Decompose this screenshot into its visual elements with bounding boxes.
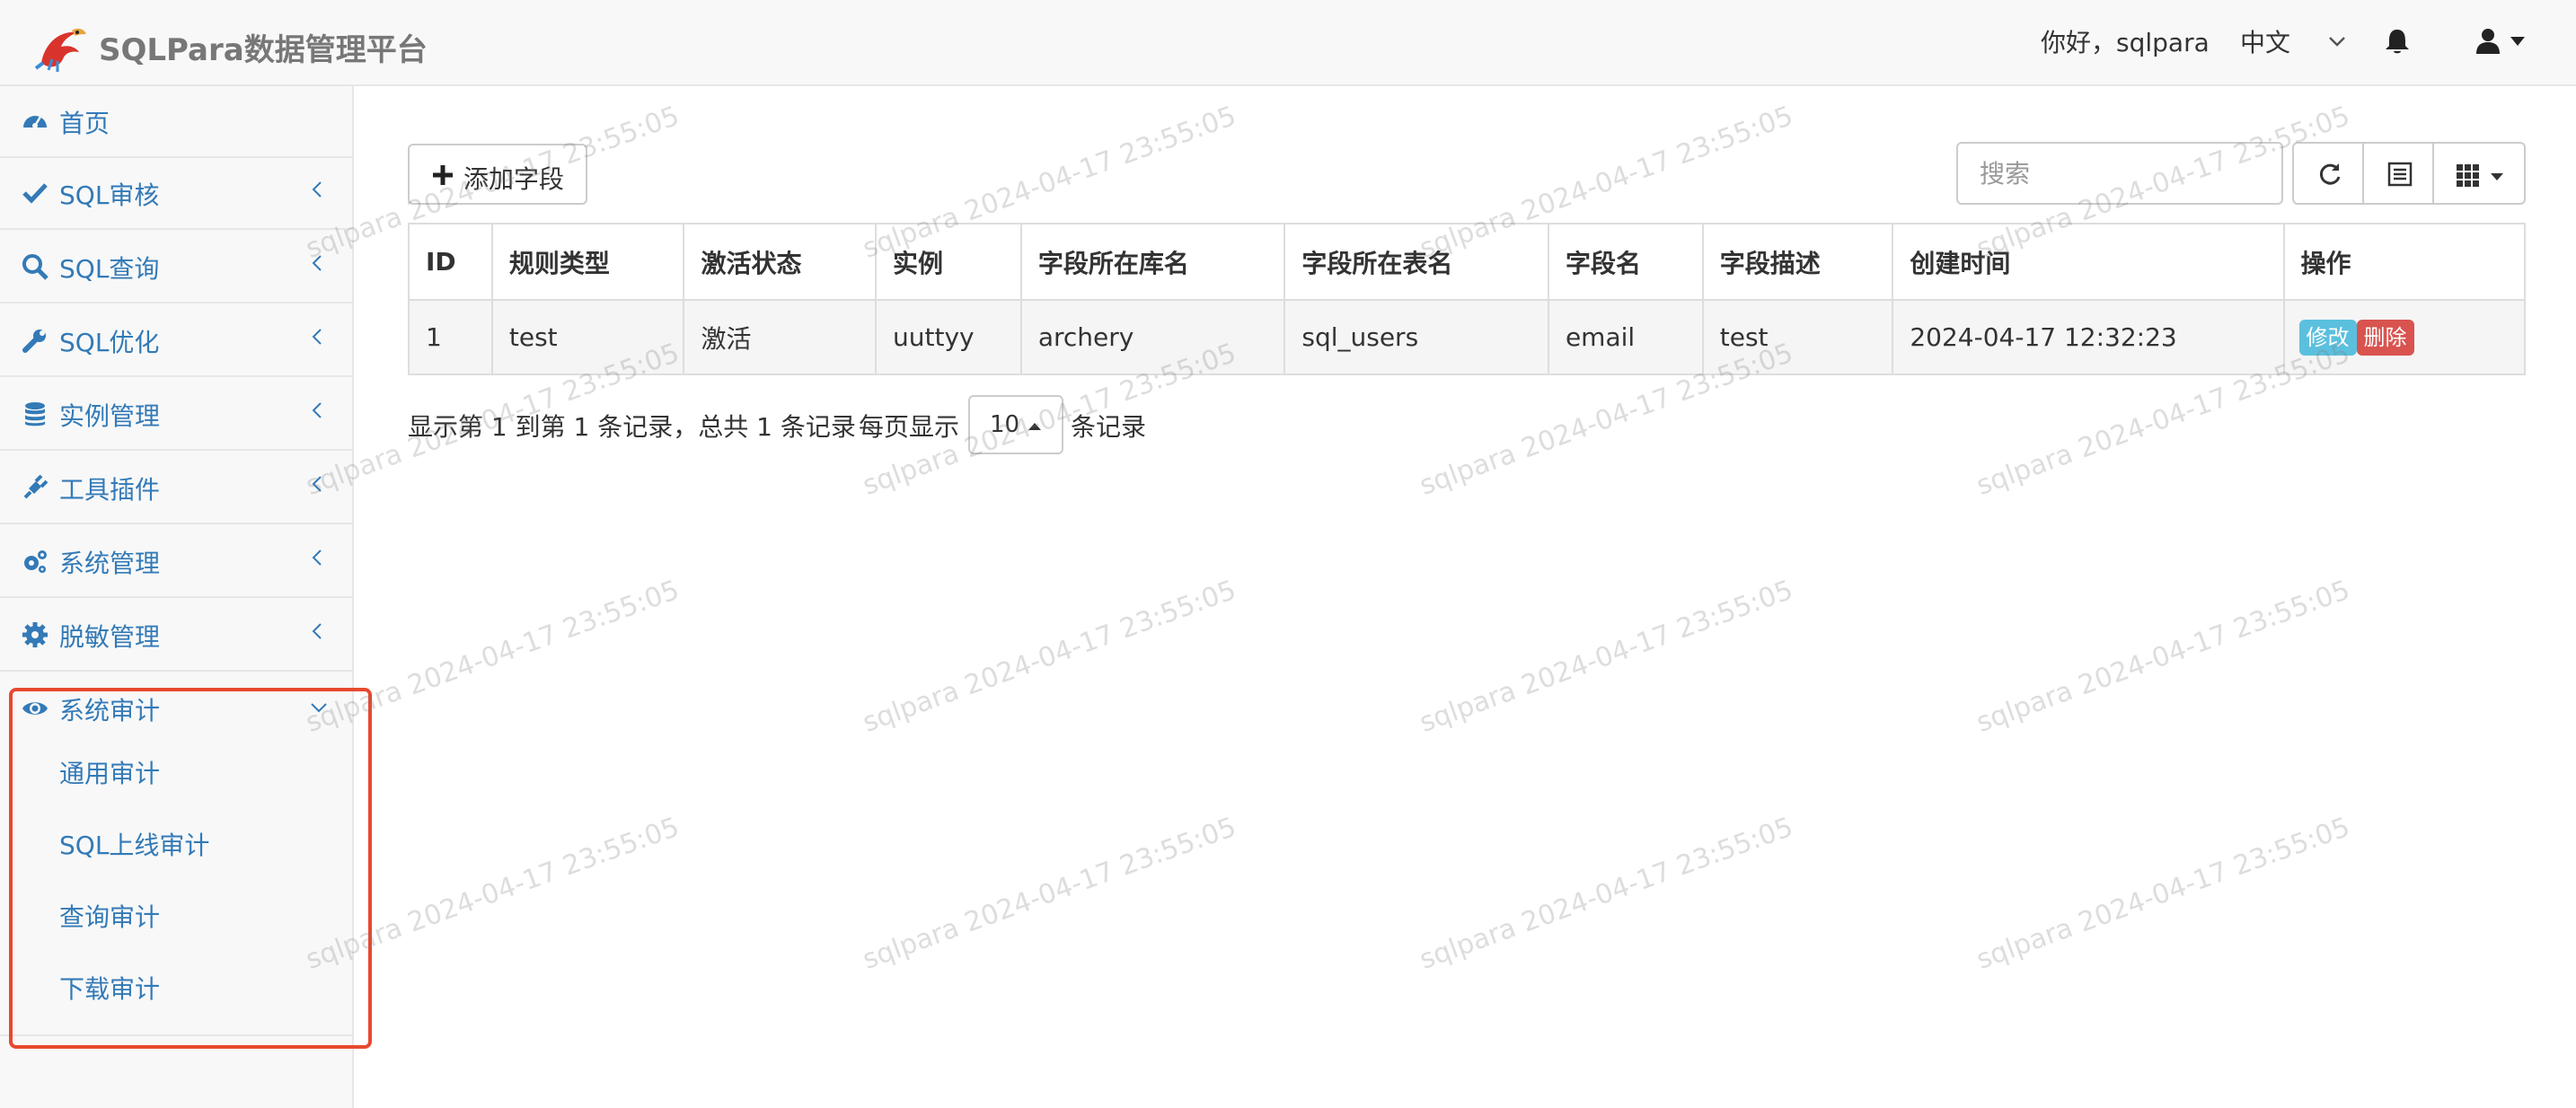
column-header[interactable]: 字段名 [1547,224,1703,301]
cell-table: sql_users [1284,300,1548,374]
wrench-icon [22,330,46,353]
cogs-icon [24,550,47,573]
column-header[interactable]: 创建时间 [1892,224,2284,301]
search-input[interactable] [1956,142,2283,205]
refresh-icon [2319,163,2341,185]
chevron-left-icon [312,329,322,345]
sidebar-item-system-manage[interactable]: 系统管理 [0,526,352,598]
sidebar-item-desensitize-manage[interactable]: 脱敏管理 [0,600,352,672]
watermark-text: sqlpara 2024-04-17 23:55:05 [1416,574,1797,739]
search-icon [22,254,49,280]
edit-button[interactable]: 修改 [2298,319,2357,356]
column-header[interactable]: 字段描述 [1701,224,1893,301]
column-header[interactable]: 规则类型 [490,224,684,301]
cell-instance: uuttyy [875,300,1021,374]
cell-desc: test [1701,300,1893,374]
page-size-value: 10 [990,411,1020,438]
chevron-left-icon [312,550,322,566]
top-navbar: SQLPara数据管理平台 你好，sqlpara 中文 [0,0,2576,86]
page-size-dropdown[interactable]: 10 [968,395,1063,454]
caret-down-icon[interactable] [2510,36,2526,47]
sidebar-item-sql-review[interactable]: SQL审核 [0,158,352,230]
cell-status: 激活 [683,300,876,374]
brand-title[interactable]: SQLPara数据管理平台 [99,25,428,69]
sidebar-item-label: 系统管理 [59,549,161,578]
bell-icon[interactable] [2384,27,2411,56]
chevron-left-icon [312,623,322,639]
highlight-box [9,688,372,1049]
parrot-logo-icon[interactable] [32,23,90,74]
sidebar-item-instance-manage[interactable]: 实例管理 [0,379,352,451]
language-selector[interactable]: 中文 [2240,23,2290,59]
chevron-left-icon [312,476,322,492]
watermark-text: sqlpara 2024-04-17 23:55:05 [1972,574,2354,739]
add-field-label: 添加字段 [463,164,565,194]
chevron-left-icon [312,181,322,198]
sidebar-item-label: 脱敏管理 [59,622,161,652]
chevron-down-icon[interactable] [2326,31,2348,52]
sidebar-item-label: 工具插件 [59,475,161,505]
sidebar-item-home[interactable]: 首页 [0,86,352,158]
list-icon [2387,162,2413,187]
user-greeting: 你好，sqlpara [2041,28,2210,57]
cell-db: archery [1019,300,1285,374]
sidebar-item-label: SQL查询 [59,254,160,284]
toggle-view-button[interactable] [2362,142,2434,205]
sidebar-item-label: 首页 [59,109,110,138]
table-row: 1 test 激活 uuttyy archery sql_users email… [410,300,2524,374]
refresh-button[interactable] [2292,142,2364,205]
caret-down-icon [2491,173,2503,180]
plus-icon [433,165,453,185]
watermark-text: sqlpara 2024-04-17 23:55:05 [859,574,1240,739]
cell-field: email [1547,300,1703,374]
sidebar-item-sql-optimize[interactable]: SQL优化 [0,305,352,377]
sidebar-item-label: SQL审核 [59,180,160,210]
data-table: ID 规则类型 激活状态 实例 字段所在库名 字段所在表名 字段名 字段描述 创… [408,223,2526,375]
cog-icon [22,622,48,647]
caret-up-icon [1028,423,1041,430]
add-field-button[interactable]: 添加字段 [408,144,587,205]
column-header: 操作 [2282,224,2524,301]
pagination-summary: 显示第 1 到第 1 条记录，总共 1 条记录 [408,412,856,442]
per-page-label: 每页显示 [859,412,960,442]
columns-button[interactable] [2432,142,2526,205]
user-icon[interactable] [2475,27,2501,54]
sidebar-item-label: SQL优化 [59,328,160,357]
cell-actions: 修改 删除 [2282,300,2524,374]
dashboard-icon [23,116,47,128]
cell-created: 2024-04-17 12:32:23 [1892,300,2284,374]
database-icon [25,402,45,426]
cell-rule-type: test [490,300,684,374]
column-header[interactable]: 字段所在表名 [1284,224,1548,301]
sidebar-item-label: 实例管理 [59,401,161,431]
per-page-suffix: 条记录 [1071,412,1147,442]
column-header[interactable]: ID [410,224,492,301]
plug-icon [23,474,49,499]
column-header[interactable]: 字段所在库名 [1019,224,1285,301]
sidebar-item-sql-query[interactable]: SQL查询 [0,232,352,303]
column-header[interactable]: 激活状态 [683,224,876,301]
chevron-left-icon [312,402,322,418]
sidebar-item-tools-plugins[interactable]: 工具插件 [0,453,352,524]
table-header-row: ID 规则类型 激活状态 实例 字段所在库名 字段所在表名 字段名 字段描述 创… [410,224,2524,301]
grid-icon [2457,164,2479,187]
column-header[interactable]: 实例 [875,224,1021,301]
watermark-text: sqlpara 2024-04-17 23:55:05 [1972,811,2354,976]
delete-button[interactable]: 删除 [2356,319,2414,356]
watermark-text: sqlpara 2024-04-17 23:55:05 [859,811,1240,976]
watermark-text: sqlpara 2024-04-17 23:55:05 [1416,811,1797,976]
check-icon [22,183,48,204]
cell-id: 1 [426,322,442,352]
chevron-left-icon [312,255,322,271]
